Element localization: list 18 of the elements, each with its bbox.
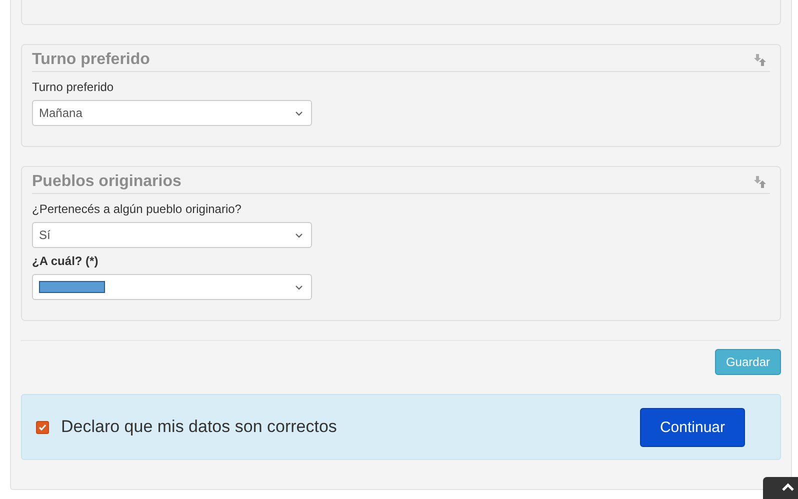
field-label: Turno preferido xyxy=(32,80,115,94)
field-label: ¿Pertenecés a algún pueblo originario? xyxy=(32,202,242,216)
checkmark-icon xyxy=(38,422,47,432)
checkbox[interactable] xyxy=(36,420,49,434)
dropdown-field[interactable] xyxy=(32,274,312,300)
collapse-arrows-icon[interactable] xyxy=(754,176,766,188)
dropdown-field[interactable]: Sí xyxy=(32,222,312,248)
section-title: Pueblos originarios xyxy=(32,173,182,191)
chevron-down-icon xyxy=(295,110,303,116)
section-title: Turno preferido xyxy=(32,51,150,69)
field-label: ¿A cuál? (*) xyxy=(32,254,100,268)
dropdown-field[interactable]: Mañana xyxy=(32,100,312,126)
collapse-arrows-icon[interactable] xyxy=(754,54,766,66)
chevron-down-icon xyxy=(295,284,303,290)
chevron-up-icon xyxy=(781,483,795,491)
checkbox-label: Declaro que mis datos son correctos xyxy=(61,417,337,437)
continue-button[interactable]: Continuar xyxy=(640,408,745,446)
chevron-down-icon xyxy=(295,232,303,238)
